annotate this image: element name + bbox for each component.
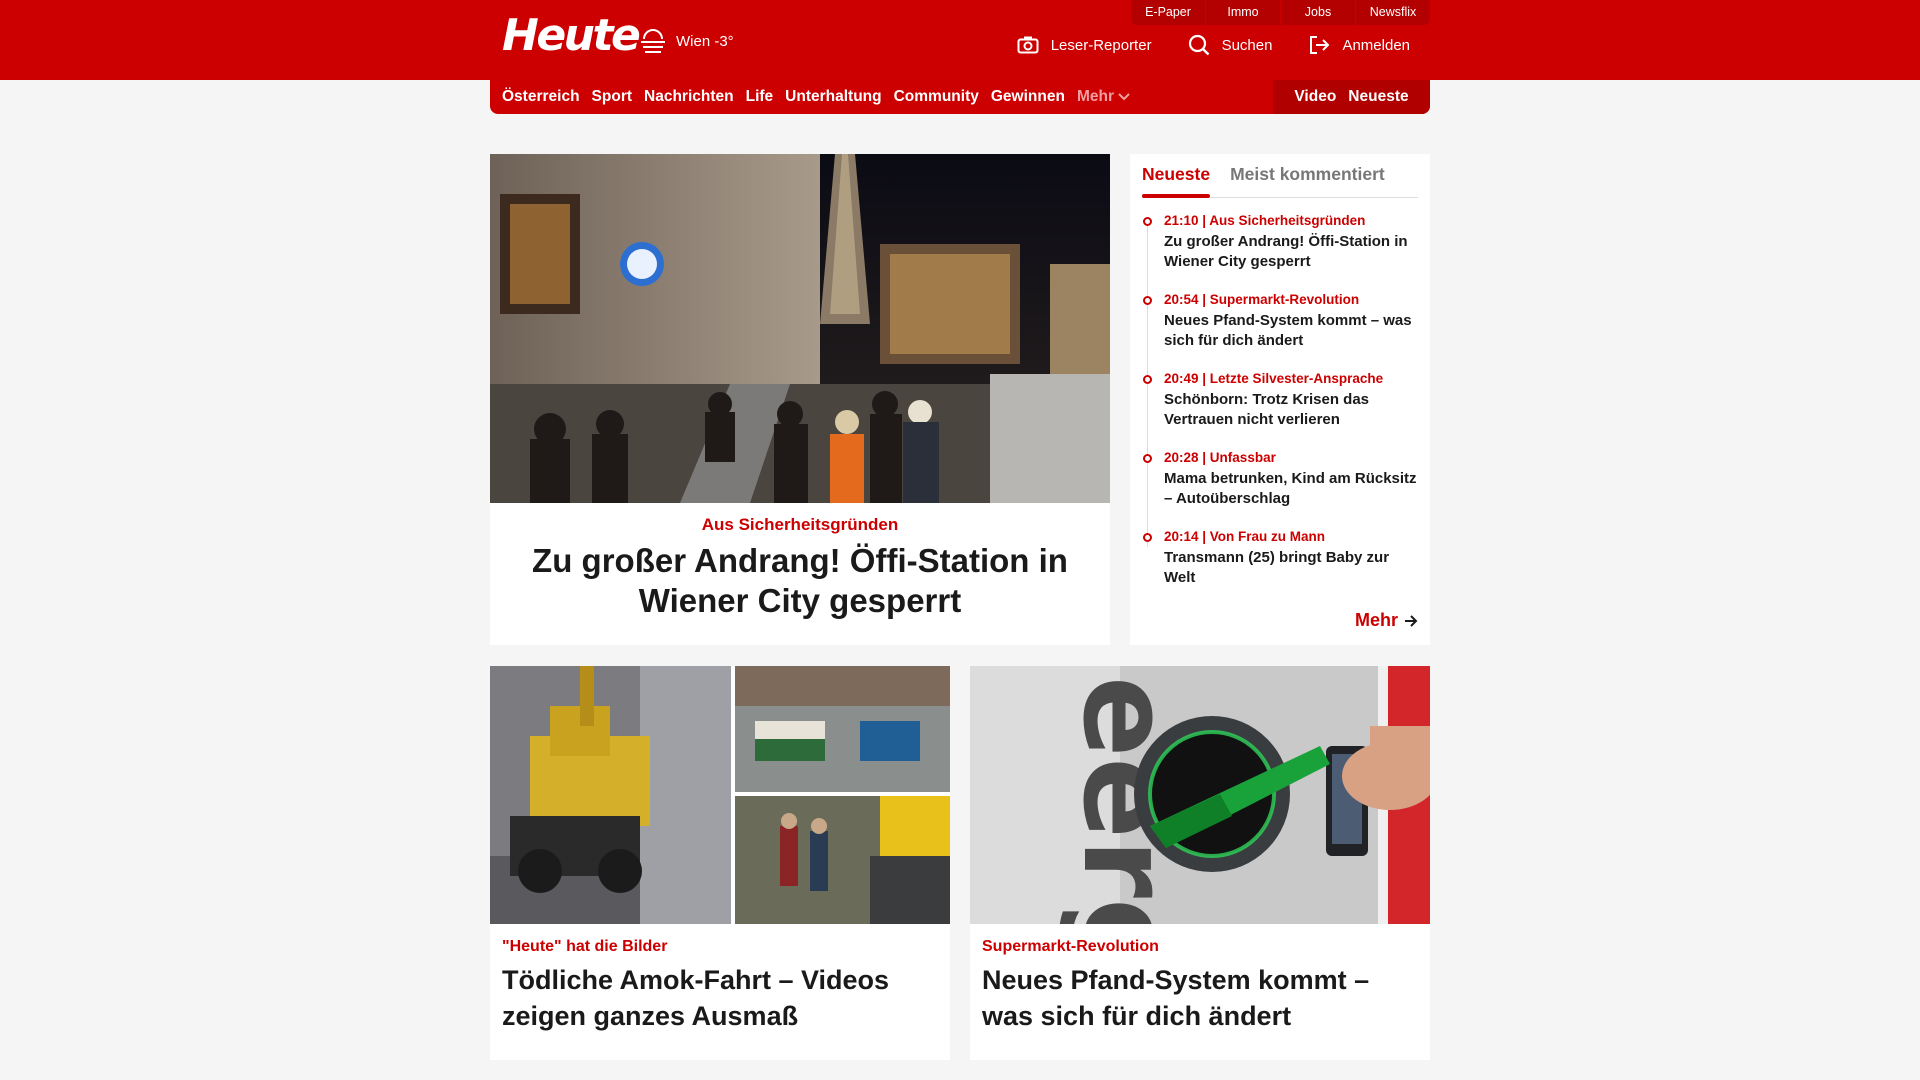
ticker-meta: 20:54 | Supermarkt-Revolution <box>1164 292 1360 307</box>
link-epaper[interactable]: E-Paper <box>1131 0 1205 25</box>
timeline-dot-icon <box>1143 217 1152 226</box>
nav-item-unterhaltung[interactable]: Unterhaltung <box>785 88 881 106</box>
timeline-dot-icon <box>1143 454 1152 463</box>
ticker-meta: 20:28 | Unfassbar <box>1164 450 1276 465</box>
nav-item-neueste[interactable]: Neueste <box>1348 88 1408 106</box>
link-immo[interactable]: Immo <box>1206 0 1280 25</box>
article-kicker: Supermarkt-Revolution <box>982 938 1159 955</box>
leser-reporter-label: Leser-Reporter <box>1050 36 1152 54</box>
ticker-more-link[interactable]: Mehr <box>1355 610 1418 631</box>
ticker-title[interactable]: Mama betrunken, Kind am Rücksitz – Autoü… <box>1164 469 1418 509</box>
arrow-right-icon <box>1405 614 1418 627</box>
leser-reporter-button[interactable]: Leser-Reporter <box>1017 35 1152 55</box>
search-label: Suchen <box>1221 36 1273 54</box>
header-actions: Leser-Reporter Suchen Anmelden <box>981 34 1410 56</box>
ticker-meta: 20:49 | Letzte Silvester-Ansprache <box>1164 371 1384 386</box>
ticker-title[interactable]: Transmann (25) bringt Baby zur Welt <box>1164 548 1418 588</box>
nav-more-dropdown[interactable]: Mehr <box>1077 88 1130 106</box>
site-header: Heute Wien -3° E-Paper Immo Jobs Newsfli… <box>0 0 1920 80</box>
ticker-item[interactable]: 20:28 | Unfassbar Mama betrunken, Kind a… <box>1142 449 1418 528</box>
nav-more-label: Mehr <box>1076 88 1114 105</box>
search-button[interactable]: Suchen <box>1188 34 1273 56</box>
ticker-list: 21:10 | Aus Sicherheitsgründen Zu großer… <box>1142 212 1418 607</box>
article-image <box>490 666 950 924</box>
ticker-meta: 21:10 | Aus Sicherheitsgründen <box>1164 213 1366 228</box>
article-image: eerg <box>970 666 1430 924</box>
tab-neueste[interactable]: Neueste <box>1142 154 1211 198</box>
ticker-title[interactable]: Neues Pfand-System kommt – was sich für … <box>1164 311 1418 351</box>
hero-headline[interactable]: Zu großer Andrang! Öffi-Station in Wiene… <box>530 541 1070 621</box>
hero-kicker: Aus Sicherheitsgründen <box>701 515 899 534</box>
tab-meist-kommentiert[interactable]: Meist kommentiert <box>1230 154 1385 197</box>
service-links: E-Paper Immo Jobs Newsflix <box>1131 0 1430 25</box>
chevron-down-icon <box>1118 93 1130 101</box>
login-button[interactable]: Anmelden <box>1308 35 1410 55</box>
timeline-dot-icon <box>1143 296 1152 305</box>
timeline-dot-icon <box>1143 533 1152 542</box>
header-inner: Heute Wien -3° E-Paper Immo Jobs Newsfli… <box>490 0 1430 80</box>
login-label: Anmelden <box>1342 36 1410 54</box>
nav-item-sport[interactable]: Sport <box>592 88 632 106</box>
ticker-title[interactable]: Schönborn: Trotz Krisen das Vertrauen ni… <box>1164 390 1418 430</box>
login-icon <box>1310 36 1330 54</box>
article-headline[interactable]: Tödliche Amok-Fahrt – Videos zeigen ganz… <box>502 962 938 1034</box>
ticker-more-label: Mehr <box>1354 610 1398 630</box>
ticker-tabs: Neueste Meist kommentiert <box>1142 154 1418 198</box>
search-icon <box>1188 34 1209 56</box>
ticker-item[interactable]: 20:54 | Supermarkt-Revolution Neues Pfan… <box>1142 291 1418 370</box>
ticker-item[interactable]: 21:10 | Aus Sicherheitsgründen Zu großer… <box>1142 212 1418 291</box>
weather-label: Wien -3° <box>676 32 734 50</box>
nav-item-oesterreich[interactable]: Österreich <box>502 88 580 106</box>
article-headline[interactable]: Neues Pfand-System kommt – was sich für … <box>982 962 1418 1034</box>
site-logo[interactable]: Heute <box>502 10 641 62</box>
nav-right-group: Video Neueste <box>1273 80 1430 114</box>
ticker-meta: 20:14 | Von Frau zu Mann <box>1164 529 1326 544</box>
nav-item-gewinnen[interactable]: Gewinnen <box>991 88 1065 106</box>
hero-article[interactable]: Aus Sicherheitsgründen Zu großer Andrang… <box>490 154 1110 645</box>
timeline-dot-icon <box>1143 375 1152 384</box>
ticker-item[interactable]: 20:49 | Letzte Silvester-Ansprache Schön… <box>1142 370 1418 449</box>
hero-image <box>490 154 1110 503</box>
ticker-item[interactable]: 20:14 | Von Frau zu Mann Transmann (25) … <box>1142 528 1418 607</box>
link-newsflix[interactable]: Newsflix <box>1356 0 1430 25</box>
nav-item-nachrichten[interactable]: Nachrichten <box>644 88 734 106</box>
main-nav: Österreich Sport Nachrichten Life Unterh… <box>490 80 1430 114</box>
news-ticker-panel: Neueste Meist kommentiert 21:10 | Aus Si… <box>1130 154 1430 645</box>
weather-fog-icon <box>641 29 665 53</box>
nav-item-video[interactable]: Video <box>1294 88 1336 106</box>
ticker-title[interactable]: Zu großer Andrang! Öffi-Station in Wiene… <box>1164 232 1418 272</box>
nav-item-life[interactable]: Life <box>746 88 774 106</box>
link-jobs[interactable]: Jobs <box>1281 0 1355 25</box>
article-kicker: "Heute" hat die Bilder <box>502 938 668 955</box>
article-card[interactable]: eerg Supermarkt-Revolution Neues Pfand-S… <box>970 666 1430 1060</box>
camera-icon <box>1017 36 1039 54</box>
weather-widget[interactable]: Wien -3° <box>638 26 734 56</box>
article-card[interactable]: "Heute" hat die Bilder Tödliche Amok-Fah… <box>490 666 950 1060</box>
nav-item-community[interactable]: Community <box>894 88 979 106</box>
